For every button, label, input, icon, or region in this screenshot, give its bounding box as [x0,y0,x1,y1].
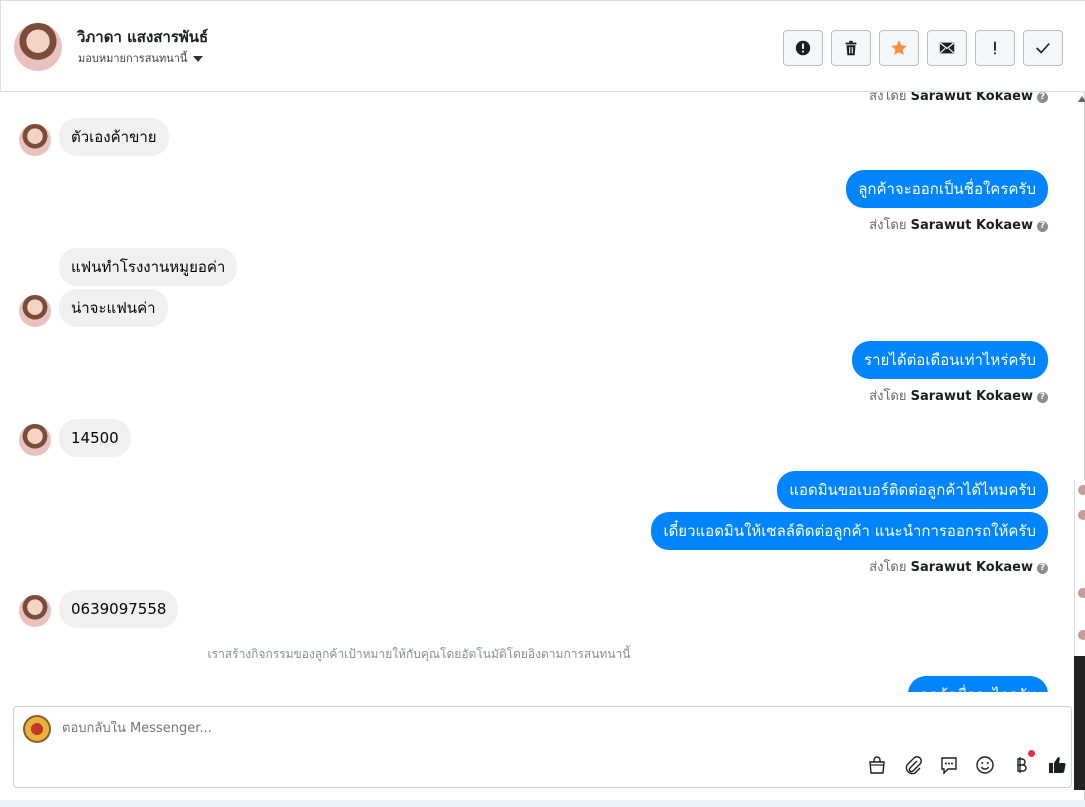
alert-circle-icon [795,40,811,56]
follow-up-button[interactable] [975,30,1015,66]
help-icon[interactable]: ? [1037,92,1048,103]
contact-name[interactable]: วิภาดา แสงสารพันธ์ [77,25,208,49]
assign-label: มอบหมายการสนทนานี้ [78,52,188,65]
outgoing-message[interactable]: แอดมินขอเบอร์ติดต่อลูกค้าได้ไหมครับ [777,471,1048,509]
thumbs-up-icon [1049,757,1066,773]
caret-down-icon [193,56,204,62]
conversation-header: วิภาดา แสงสารพันธ์ มอบหมายการสนทนานี้ [0,0,1085,92]
side-avatar[interactable] [1078,588,1085,598]
sent-by-label: ส่งโดย Sarawut Kokaew? [869,556,1048,577]
outgoing-message[interactable]: รายได้ต่อเดือนเท่าไหร่ครับ [852,341,1048,379]
envelope-icon [939,42,955,54]
incoming-message[interactable]: 0639097558 [59,590,179,628]
contact-avatar-small[interactable] [19,295,51,327]
spam-button[interactable] [783,30,823,66]
reply-input[interactable] [62,721,662,736]
star-button[interactable] [879,30,919,66]
help-icon[interactable]: ? [1037,563,1048,574]
payment-button[interactable] [1009,750,1035,777]
paperclip-icon [905,756,922,775]
sent-by-label: ส่งโดย Sarawut Kokaew? [869,385,1048,406]
system-note: เราสร้างกิจกรรมของลูกค้าเป้าหมายให้กับคุ… [207,647,631,661]
assign-conversation-dropdown[interactable]: มอบหมายการสนทนานี้ [78,49,204,67]
message-list[interactable]: ส่งโดย Sarawut Kokaew? ตัวเองค้าขาย ลูกค… [0,92,1072,692]
saved-replies-button[interactable] [937,753,961,777]
delete-button[interactable] [831,30,871,66]
sent-by-label: ส่งโดย Sarawut Kokaew? [869,92,1048,106]
header-actions [783,30,1063,66]
mark-unread-button[interactable] [927,30,967,66]
page-avatar [23,715,51,743]
done-button[interactable] [1023,30,1063,66]
sent-by-label: ส่งโดย Sarawut Kokaew? [869,214,1048,235]
incoming-message[interactable]: แฟนทำโรงงานหมูยอค่า [59,248,238,286]
incoming-message[interactable]: ตัวเองค้าขาย [59,118,169,156]
check-icon [1036,42,1050,54]
side-dark-panel [1074,656,1085,790]
shopping-bag-icon [869,756,885,774]
baht-icon [1017,757,1027,773]
contact-avatar-small[interactable] [19,124,51,156]
outgoing-message[interactable]: ลูกค้าชื่ออะไรครับ [907,676,1048,692]
incoming-message[interactable]: 14500 [59,419,131,457]
help-icon[interactable]: ? [1037,221,1048,232]
attach-button[interactable] [901,753,925,777]
exclamation-icon [994,41,996,55]
outgoing-message[interactable]: เดี๋ยวแอดมินให้เซลล์ติดต่อลูกค้า แนะนำกา… [651,512,1048,550]
like-button[interactable] [1045,753,1069,777]
side-avatar[interactable] [1078,485,1085,495]
incoming-message[interactable]: น่าจะแฟนค่า [59,289,168,327]
star-icon [891,40,907,55]
contact-avatar-small[interactable] [19,595,51,627]
notification-dot [1028,750,1035,757]
chat-bubble-icon [941,757,957,775]
contact-avatar[interactable] [14,23,62,71]
side-avatar[interactable] [1078,510,1085,520]
help-icon[interactable]: ? [1037,392,1048,403]
composer-tools [865,750,1071,777]
conversation-panel: วิภาดา แสงสารพันธ์ มอบหมายการสนทนานี้ ส่… [0,0,1085,800]
side-avatar[interactable] [1078,630,1085,640]
shopping-bag-button[interactable] [865,753,889,777]
reply-composer [13,706,1072,788]
trash-icon [845,40,857,56]
scroll-up-arrow-icon[interactable] [1078,96,1085,102]
contact-avatar-small[interactable] [19,424,51,456]
emoji-button[interactable] [973,753,997,777]
outgoing-message[interactable]: ลูกค้าจะออกเป็นชื่อใครครับ [846,170,1048,208]
smiley-icon [976,756,994,774]
